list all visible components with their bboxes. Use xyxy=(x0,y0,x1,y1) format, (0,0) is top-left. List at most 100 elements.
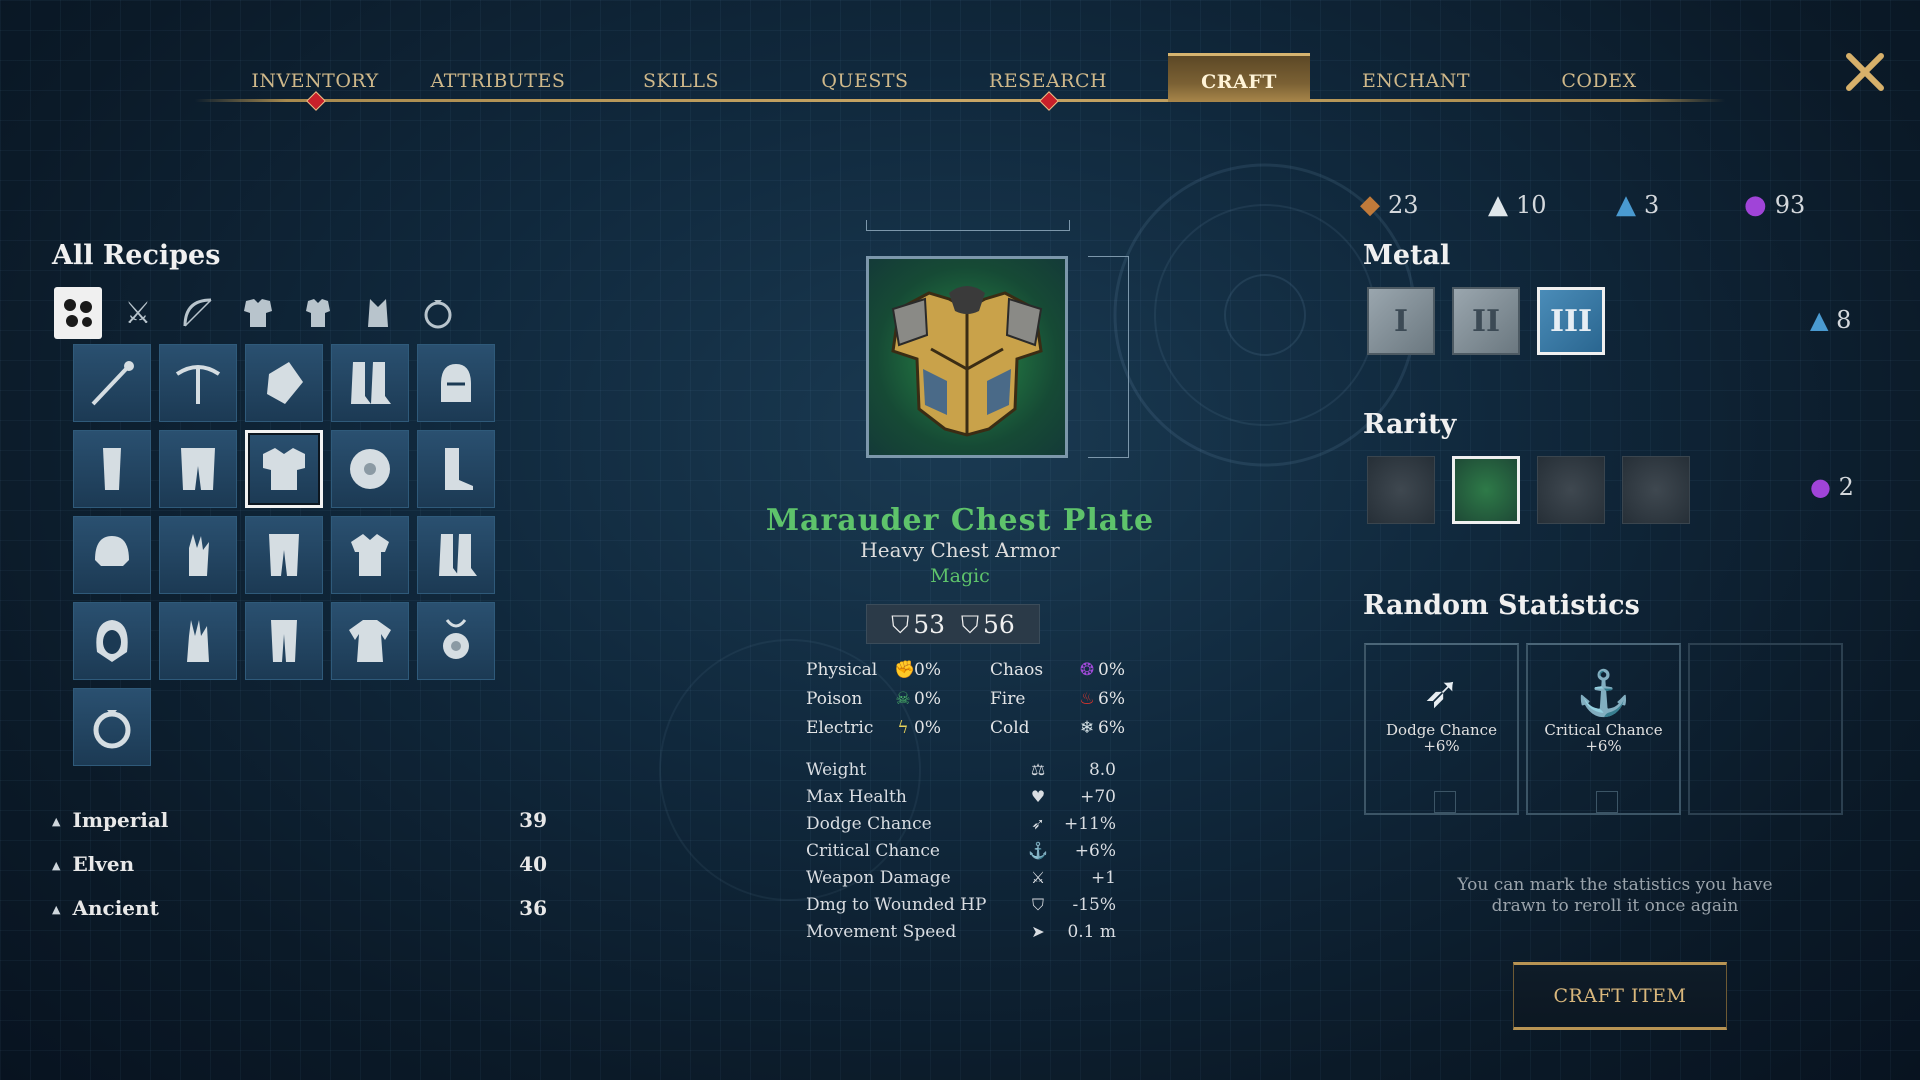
recipe-bracer[interactable] xyxy=(73,430,151,508)
recipe-helmet[interactable] xyxy=(417,344,495,422)
tab-codex[interactable]: CODEX xyxy=(1524,63,1674,99)
critical-icon: ⚓ xyxy=(1576,668,1631,719)
stat-dmg-wounded: Dmg to Wounded HP ⛉ -15% xyxy=(806,895,1116,922)
electric-icon: ϟ xyxy=(897,718,909,738)
group-elven[interactable]: ▲ Elven 40 xyxy=(52,852,547,882)
resistance-label: Fire xyxy=(990,689,1026,709)
metal-tier-2[interactable]: II xyxy=(1452,287,1520,355)
ring-icon[interactable] xyxy=(414,287,462,339)
group-ancient[interactable]: ▲ Ancient 36 xyxy=(52,896,547,926)
weight-icon: ⚖ xyxy=(1030,760,1046,779)
resistance-value: 0% xyxy=(914,689,941,709)
stat-max-health: Max Health ♥ +70 xyxy=(806,787,1116,814)
recipe-robe[interactable] xyxy=(331,602,409,680)
stat-label: Dodge Chance xyxy=(806,814,932,834)
recipe-pants[interactable] xyxy=(245,516,323,594)
swords-icon[interactable]: ⚔ xyxy=(114,287,162,339)
all-icon[interactable] xyxy=(54,287,102,339)
recipe-crossbow[interactable] xyxy=(159,344,237,422)
essence-purple-icon: ● xyxy=(1810,473,1831,501)
craft-item-button[interactable]: CRAFT ITEM xyxy=(1513,962,1727,1030)
item-type: Heavy Chest Armor xyxy=(860,538,1060,562)
fire-icon: ♨ xyxy=(1079,689,1095,709)
rarity-common[interactable] xyxy=(1367,456,1435,524)
metal-cost: ▲ 8 xyxy=(1810,306,1851,334)
heart-icon: ♥ xyxy=(1030,787,1046,806)
recipe-helmet-2[interactable] xyxy=(73,516,151,594)
tab-attributes[interactable]: ATTRIBUTES xyxy=(423,63,573,99)
recipe-pants-2[interactable] xyxy=(245,602,323,680)
recipe-amulet[interactable] xyxy=(417,602,495,680)
group-name: Elven xyxy=(72,852,135,876)
tab-quests[interactable]: QUESTS xyxy=(790,63,940,99)
armor-a-value: 53 xyxy=(913,609,945,639)
recipe-boots[interactable] xyxy=(331,344,409,422)
random-stat-value: +6% xyxy=(1423,737,1460,755)
stat-value: +11% xyxy=(1063,814,1116,834)
currency-value: 10 xyxy=(1516,191,1547,219)
chest-plate-image xyxy=(891,286,1043,437)
group-count: 36 xyxy=(519,896,547,920)
stat-label: Critical Chance xyxy=(806,841,940,861)
cold-icon: ❄ xyxy=(1079,718,1095,738)
random-stat-card[interactable]: ➶ Dodge Chance +6% xyxy=(1364,643,1519,815)
metal-tier-1[interactable]: I xyxy=(1367,287,1435,355)
heavy-armor-icon[interactable] xyxy=(234,287,282,339)
recipe-glove[interactable] xyxy=(159,516,237,594)
metal-tier-3[interactable]: III xyxy=(1537,287,1605,355)
tab-craft[interactable]: CRAFT xyxy=(1168,53,1310,102)
group-imperial[interactable]: ▲ Imperial 39 xyxy=(52,808,547,838)
recipe-vest[interactable] xyxy=(331,516,409,594)
recipe-staff[interactable] xyxy=(73,344,151,422)
recipe-boots-3[interactable] xyxy=(417,516,495,594)
crystal-white-icon: ▲ xyxy=(1488,190,1508,220)
item-preview-frame xyxy=(866,256,1068,458)
shield-icon: ⛉ xyxy=(1031,895,1044,914)
tab-skills[interactable]: SKILLS xyxy=(606,63,756,99)
recipe-glove-2[interactable] xyxy=(159,602,237,680)
stat-critical-chance: Critical Chance ⚓ +6% xyxy=(806,841,1116,868)
rarity-cost-value: 2 xyxy=(1838,473,1854,501)
chaos-icon: ❂ xyxy=(1079,660,1095,680)
stat-value: 8.0 xyxy=(1088,760,1116,780)
random-stat-card[interactable]: ⚓ Critical Chance +6% xyxy=(1526,643,1681,815)
stat-label: Movement Speed xyxy=(806,922,957,942)
rarity-rare[interactable] xyxy=(1537,456,1605,524)
bow-icon[interactable] xyxy=(174,287,222,339)
rarity-cost: ● 2 xyxy=(1810,473,1854,501)
recipe-chest-plate[interactable] xyxy=(245,430,323,508)
recipe-boots-2[interactable] xyxy=(417,430,495,508)
reroll-checkbox[interactable] xyxy=(1596,791,1618,813)
medium-armor-icon[interactable] xyxy=(294,287,342,339)
shield-plus-icon: ⛉ xyxy=(961,610,979,639)
currency-value: 3 xyxy=(1644,191,1660,219)
rarity-magic[interactable] xyxy=(1452,456,1520,524)
recipe-gauntlet[interactable] xyxy=(245,344,323,422)
reroll-checkbox[interactable] xyxy=(1434,791,1456,813)
resistance-value: 0% xyxy=(1098,660,1125,680)
recipe-leggings[interactable] xyxy=(159,430,237,508)
currency-white-crystal: ▲ 10 xyxy=(1488,190,1547,220)
group-count: 39 xyxy=(519,808,547,832)
recipe-hood[interactable] xyxy=(73,602,151,680)
light-armor-icon[interactable] xyxy=(354,287,402,339)
item-rarity: Magic xyxy=(930,565,990,587)
tab-enchant[interactable]: ENCHANT xyxy=(1341,63,1491,99)
reroll-hint: You can mark the statistics you have dra… xyxy=(1457,875,1773,916)
stat-label: Weapon Damage xyxy=(806,868,951,888)
close-icon[interactable] xyxy=(1843,50,1887,94)
resistance-label: Electric xyxy=(806,718,874,738)
recipe-ring[interactable] xyxy=(73,688,151,766)
all-recipes-title: All Recipes xyxy=(52,240,221,271)
stat-weight: Weight ⚖ 8.0 xyxy=(806,760,1116,787)
physical-icon: ✊ xyxy=(894,660,916,680)
expand-icon: ▲ xyxy=(52,903,61,916)
recipe-shield[interactable] xyxy=(331,430,409,508)
resistance-value: 6% xyxy=(1098,689,1125,709)
resistance-label: Poison xyxy=(806,689,863,709)
group-name: Ancient xyxy=(72,896,159,920)
stat-weapon-damage: Weapon Damage ⚔ +1 xyxy=(806,868,1116,895)
top-navigation: INVENTORY ATTRIBUTES SKILLS QUESTS RESEA… xyxy=(195,53,1725,111)
rarity-legendary[interactable] xyxy=(1622,456,1690,524)
stat-value: -15% xyxy=(1072,895,1116,915)
